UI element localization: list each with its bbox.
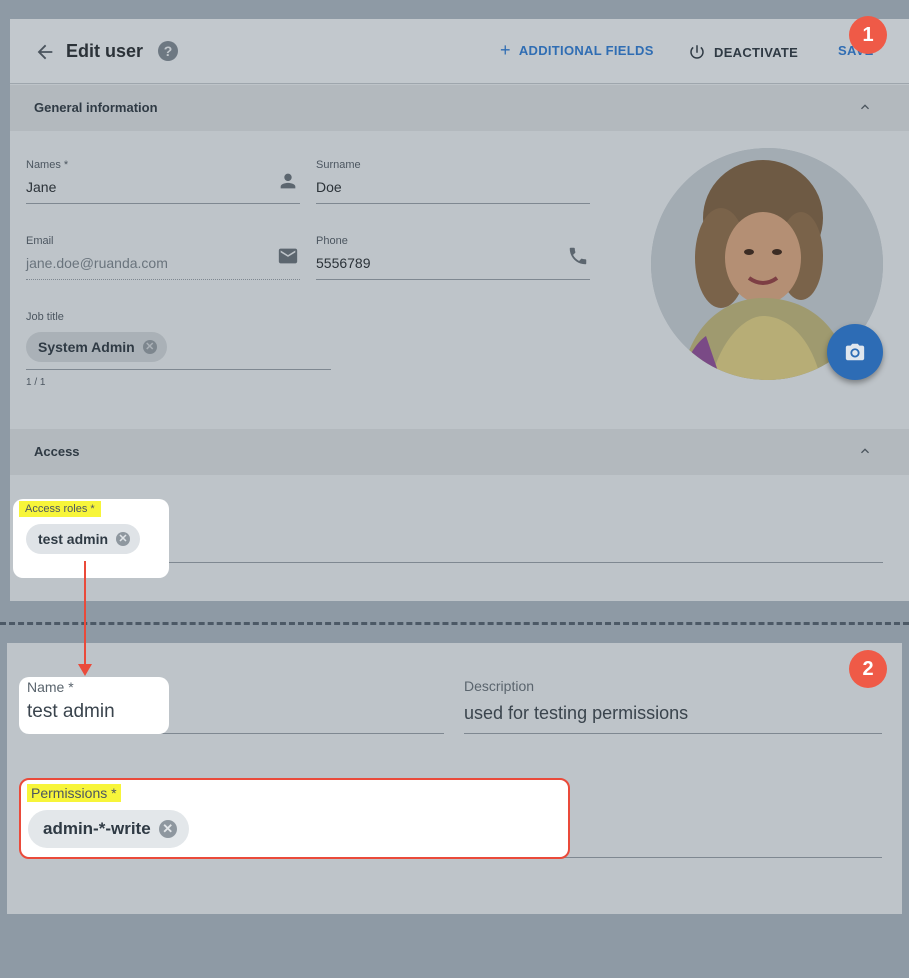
- chip-label: admin-*-write: [43, 819, 151, 838]
- chevron-up-icon[interactable]: [857, 443, 873, 459]
- permissions-callout: Permissions * admin-*-write ✕: [19, 778, 570, 859]
- additional-fields-button[interactable]: + ADDITIONAL FIELDS: [500, 40, 654, 60]
- names-underline: [26, 203, 300, 204]
- email-input: jane.doe@ruanda.com: [26, 255, 168, 271]
- plus-icon: +: [500, 40, 511, 60]
- phone-icon: [569, 247, 587, 265]
- job-title-underline: [26, 369, 331, 370]
- chip-remove-icon[interactable]: ✕: [142, 340, 157, 354]
- envelope-icon: [278, 248, 298, 264]
- permission-chip[interactable]: admin-*-write ✕: [28, 810, 189, 848]
- section-separator: [0, 622, 909, 625]
- camera-icon: [845, 343, 865, 361]
- names-input[interactable]: Jane: [26, 179, 56, 195]
- access-header[interactable]: Access: [10, 429, 909, 475]
- deactivate-label: DEACTIVATE: [714, 44, 799, 60]
- access-roles-callout: Access roles * test admin ✕: [13, 499, 169, 578]
- chevron-up-icon[interactable]: [857, 99, 873, 115]
- chip-remove-icon[interactable]: ✕: [116, 532, 131, 546]
- top-toolbar: Edit user ? + ADDITIONAL FIELDS DEACTIVA…: [10, 19, 909, 84]
- help-icon[interactable]: ?: [158, 41, 178, 61]
- chip-label: test admin: [38, 531, 109, 547]
- section-title: Access: [34, 444, 80, 459]
- email-underline: [26, 279, 300, 280]
- role-name-callout: Name * test admin: [19, 677, 169, 734]
- name-label: Name *: [27, 679, 74, 695]
- phone-underline: [316, 279, 590, 280]
- chip-remove-icon[interactable]: ✕: [158, 820, 177, 838]
- email-label: Email: [26, 235, 54, 247]
- general-information-header[interactable]: General information: [10, 85, 909, 131]
- step-badge-2: 2: [849, 650, 887, 688]
- chip-label: System Admin: [38, 339, 135, 355]
- description-label: Description: [464, 678, 535, 694]
- surname-input[interactable]: Doe: [316, 179, 342, 195]
- deactivate-button[interactable]: DEACTIVATE: [688, 43, 798, 61]
- additional-fields-label: ADDITIONAL FIELDS: [518, 43, 654, 58]
- access-role-chip[interactable]: test admin ✕: [26, 524, 141, 554]
- step-badge-1: 1: [849, 16, 887, 54]
- name-input[interactable]: test admin: [27, 701, 115, 723]
- phone-input[interactable]: 5556789: [316, 255, 371, 271]
- change-photo-button[interactable]: [827, 324, 883, 380]
- page-title: Edit user: [66, 41, 144, 61]
- description-input[interactable]: used for testing permissions: [464, 703, 688, 724]
- connector-arrow-line: [84, 561, 86, 667]
- connector-arrowhead-icon: [78, 664, 92, 676]
- description-underline: [464, 733, 882, 734]
- surname-label: Surname: [316, 159, 361, 171]
- names-label: Names *: [26, 159, 69, 171]
- permissions-label: Permissions *: [27, 784, 121, 802]
- surname-underline: [316, 203, 590, 204]
- back-arrow-icon[interactable]: [34, 41, 56, 63]
- phone-label: Phone: [316, 235, 348, 247]
- section-title: General information: [34, 100, 158, 115]
- job-title-label: Job title: [26, 311, 64, 323]
- job-title-chip[interactable]: System Admin ✕: [26, 332, 167, 362]
- job-title-counter: 1 / 1: [26, 377, 46, 388]
- power-icon: [690, 45, 704, 59]
- access-roles-label: Access roles *: [19, 501, 101, 517]
- person-icon: [280, 173, 296, 189]
